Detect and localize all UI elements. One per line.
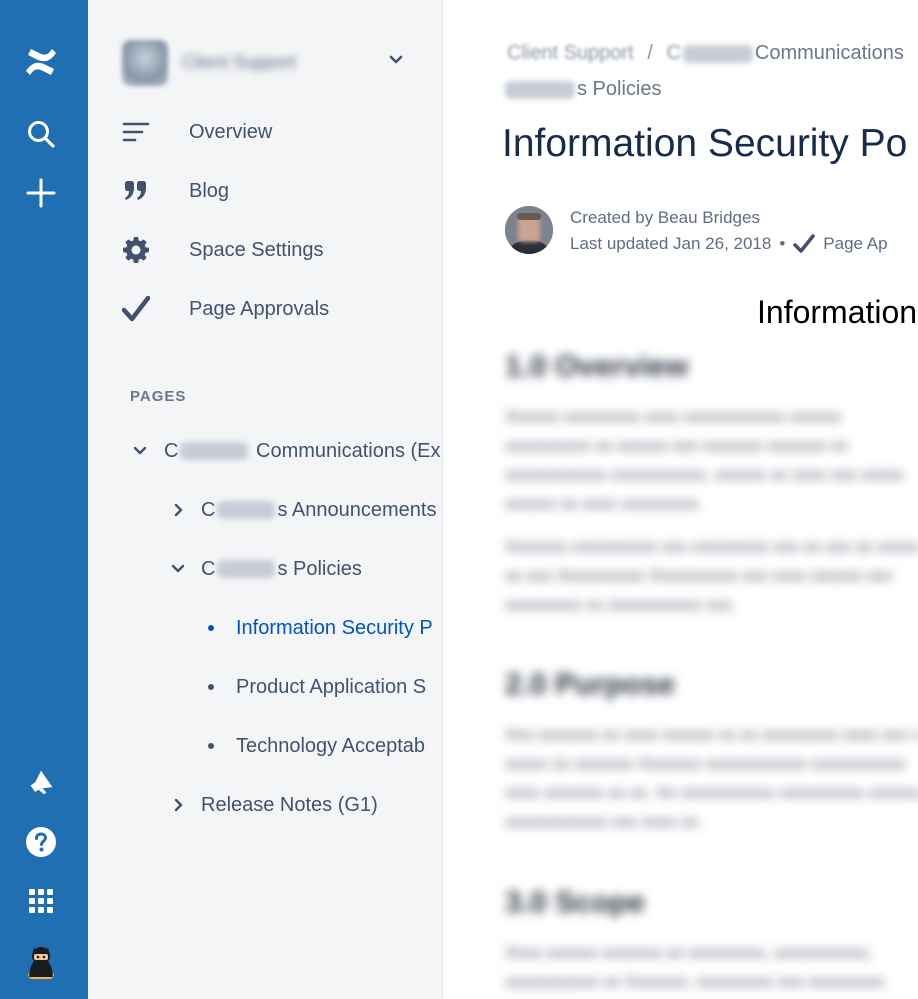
breadcrumb-item-policies[interactable]: s Policies — [503, 78, 661, 101]
page-content: Client Support / C Communications s Polic… — [443, 0, 918, 999]
chevron-right-icon[interactable] — [168, 500, 188, 520]
tree-item-announcements[interactable]: Cs Announcements — [168, 492, 436, 528]
help-icon[interactable] — [18, 819, 64, 865]
blurred-section-scope: 3.0 Scope Xxxx xxxxxx xxxxxxx xx xxxxxxx… — [505, 886, 885, 991]
tree-item-label: Cs Announcements — [201, 498, 437, 521]
search-icon[interactable] — [18, 111, 64, 157]
space-avatar — [122, 40, 168, 86]
create-plus-icon[interactable] — [18, 170, 64, 216]
last-updated-text[interactable]: Last updated Jan 26, 2018 — [570, 234, 771, 254]
tree-item-information-security-policy[interactable]: Information Security P — [208, 610, 433, 646]
tree-item-label: Product Application S — [236, 675, 427, 698]
chevron-right-icon[interactable] — [168, 795, 188, 815]
created-by-text: Created by Beau Bridges — [570, 208, 760, 227]
quote-icon — [116, 171, 156, 211]
gear-icon — [116, 230, 156, 270]
chevron-down-icon[interactable] — [130, 441, 150, 461]
page-meta: Last updated Jan 26, 2018 • Page Ap — [570, 234, 888, 254]
pages-section-label: PAGES — [130, 388, 187, 405]
space-sidebar: Client Support Overview Blog Space Setti… — [88, 0, 443, 999]
sidebar-item-label: Blog — [189, 179, 230, 202]
sidebar-item-page-approvals[interactable]: Page Approvals — [122, 289, 422, 329]
chevron-down-icon[interactable] — [168, 559, 188, 579]
chevron-down-icon[interactable] — [388, 52, 404, 73]
tree-item-label: C Communications (Ex — [164, 439, 441, 462]
app-switcher-icon[interactable] — [18, 878, 64, 924]
breadcrumb-separator: / — [647, 42, 653, 64]
bullet-icon — [208, 743, 214, 749]
notifications-megaphone-icon[interactable] — [18, 760, 64, 806]
bullet-icon — [208, 684, 214, 690]
checkmark-icon — [116, 289, 156, 329]
tree-item-label: Technology Acceptab — [236, 734, 426, 757]
document-heading: Information — [757, 294, 918, 330]
sidebar-item-label: Page Approvals — [189, 297, 330, 320]
space-name: Client Support — [182, 52, 297, 72]
tree-item-label: Release Notes (G1) — [201, 793, 378, 816]
sidebar-item-label: Space Settings — [189, 238, 324, 261]
sidebar-item-overview[interactable]: Overview — [122, 112, 422, 152]
tree-item-label: Cs Policies — [201, 557, 362, 580]
space-switcher[interactable]: Client Support — [122, 38, 412, 88]
confluence-logo-icon[interactable] — [18, 39, 64, 85]
blurred-section-purpose: 2.0 Purpose Xxx xxxxxxx xx xxxx xxxxxx x… — [505, 668, 918, 831]
blurred-section-overview: 1.0 Overview Xxxxxx xxxxxxxxx xxxx xxxxx… — [505, 350, 918, 614]
checkmark-icon — [793, 234, 816, 254]
breadcrumb-item-communications[interactable]: C Communications — [666, 42, 903, 64]
sidebar-item-space-settings[interactable]: Space Settings — [122, 230, 422, 270]
tree-item-product-application[interactable]: Product Application S — [208, 669, 426, 705]
page-approval-status[interactable]: Page Ap — [823, 234, 887, 254]
sidebar-item-blog[interactable]: Blog — [122, 171, 422, 211]
breadcrumb-item-space[interactable]: Client Support — [507, 42, 634, 65]
tree-item-technology-acceptable[interactable]: Technology Acceptab — [208, 728, 425, 764]
tree-item-communications[interactable]: C Communications (Ex — [130, 433, 441, 469]
tree-item-label: Information Security P — [236, 616, 433, 639]
meta-separator: • — [779, 234, 786, 253]
global-navigation — [0, 0, 88, 999]
bullet-icon — [208, 625, 214, 631]
breadcrumb: Client Support / C Communications — [507, 42, 904, 65]
user-avatar-icon[interactable] — [18, 938, 64, 984]
tree-item-policies[interactable]: Cs Policies — [168, 551, 362, 587]
sidebar-item-label: Overview — [189, 120, 273, 143]
page-title: Information Security Po — [502, 122, 908, 165]
overview-lines-icon — [116, 112, 156, 152]
author-avatar[interactable] — [505, 206, 553, 254]
tree-item-release-notes[interactable]: Release Notes (G1) — [168, 787, 378, 823]
